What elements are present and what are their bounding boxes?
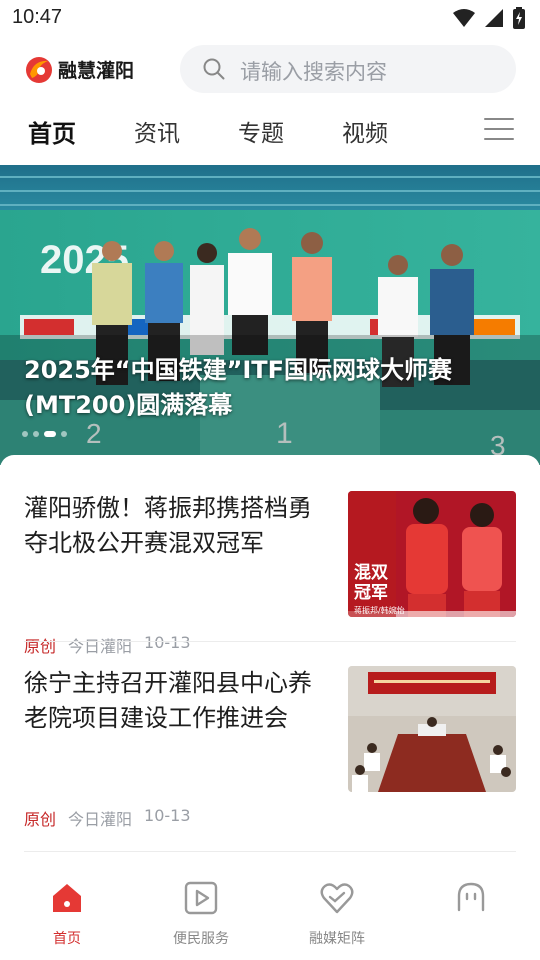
nav-label-home: 首页 — [53, 931, 81, 947]
nav-home[interactable]: 首页 — [12, 880, 122, 956]
logo-mark-icon — [26, 57, 52, 83]
logo-text: 融慧灌阳 — [58, 59, 135, 82]
bottom-navigation: 首页 便民服务 融媒矩阵 — [0, 876, 540, 960]
news-date: 10-13 — [144, 633, 191, 652]
carousel-dot[interactable] — [33, 431, 39, 437]
banner-carousel[interactable]: 2025 1 2 3 2025年“中国铁建”ITF国际网球大师赛(MT200)圆… — [0, 165, 540, 465]
thumb-caption: 混双冠军 — [354, 563, 388, 603]
news-source: 今日灌阳 — [68, 637, 133, 656]
carousel-indicator — [22, 431, 67, 437]
news-meta: 原创 今日灌阳 10-13 — [24, 633, 191, 657]
carousel-dot[interactable] — [22, 431, 28, 437]
status-bar: 10:47 — [0, 0, 540, 36]
signal-icon — [485, 9, 503, 27]
news-item[interactable]: 徐宁主持召开灌阳县中心养老院项目建设工作推进会 原创 今日灌阳 10-13 — [24, 666, 516, 836]
divider — [24, 851, 516, 852]
nav-assistant[interactable] — [416, 880, 526, 956]
tab-menu-icon[interactable] — [484, 118, 514, 144]
news-feed: 灌阳骄傲！蒋振邦携搭档勇夺北极公开赛混双冠军 原创 今日灌阳 10-13 混双冠… — [0, 455, 540, 875]
app-header: 融慧灌阳 请输入搜索内容 — [0, 44, 540, 94]
search-placeholder: 请输入搜索内容 — [240, 60, 387, 84]
carousel-dot-active[interactable] — [44, 431, 56, 437]
status-time: 10:47 — [12, 6, 63, 28]
app-logo[interactable]: 融慧灌阳 — [24, 53, 134, 85]
news-source: 今日灌阳 — [68, 810, 133, 829]
original-tag: 原创 — [24, 810, 57, 829]
news-meta: 原创 今日灌阳 10-13 — [24, 806, 191, 830]
news-date: 10-13 — [144, 806, 191, 825]
battery-icon — [513, 7, 525, 29]
news-item[interactable]: 灌阳骄傲！蒋振邦携搭档勇夺北极公开赛混双冠军 原创 今日灌阳 10-13 混双冠… — [24, 491, 516, 661]
robot-face-icon — [457, 882, 485, 912]
tab-topics[interactable]: 专题 — [238, 114, 284, 148]
tab-news[interactable]: 资讯 — [134, 114, 180, 148]
thumb-subcaption: 蒋振邦/韩婉怡 — [354, 606, 405, 615]
nav-media-matrix[interactable]: 融媒矩阵 — [282, 880, 392, 956]
tab-home[interactable]: 首页 — [28, 114, 76, 149]
nav-services[interactable]: 便民服务 — [146, 880, 256, 956]
tab-video[interactable]: 视频 — [342, 114, 388, 148]
news-thumbnail[interactable]: 混双冠军 蒋振邦/韩婉怡 — [348, 491, 516, 617]
home-icon — [53, 884, 81, 912]
wifi-icon — [453, 9, 475, 27]
search-icon — [203, 58, 225, 80]
original-tag: 原创 — [24, 637, 57, 656]
heart-icon — [320, 883, 354, 914]
nav-label-media-matrix: 融媒矩阵 — [309, 931, 365, 947]
divider — [24, 641, 516, 642]
news-title[interactable]: 灌阳骄傲！蒋振邦携搭档勇夺北极公开赛混双冠军 — [24, 491, 324, 561]
category-tabs: 首页 资讯 专题 视频 — [0, 106, 540, 158]
nav-label-services: 便民服务 — [173, 931, 229, 947]
play-square-icon — [184, 881, 218, 915]
carousel-dot[interactable] — [61, 431, 67, 437]
news-title[interactable]: 徐宁主持召开灌阳县中心养老院项目建设工作推进会 — [24, 666, 324, 736]
status-icons — [452, 7, 526, 29]
banner-title[interactable]: 2025年“中国铁建”ITF国际网球大师赛(MT200)圆满落幕 — [24, 353, 524, 423]
news-thumbnail[interactable] — [348, 666, 516, 792]
search-input[interactable]: 请输入搜索内容 — [180, 45, 516, 93]
meeting-photo — [348, 666, 516, 792]
